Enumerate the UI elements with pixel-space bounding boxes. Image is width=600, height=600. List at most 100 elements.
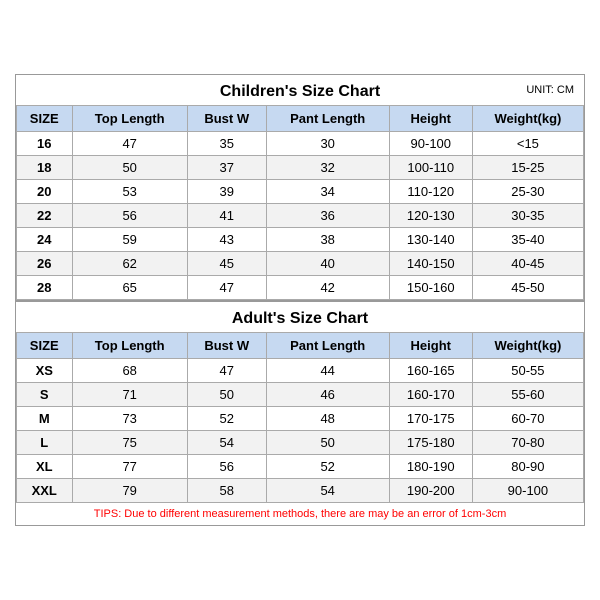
table-row: XS684744160-16550-55 — [17, 359, 584, 383]
table-cell: 50-55 — [472, 359, 583, 383]
children-title: Children's Size Chart — [220, 83, 380, 100]
table-row: 1647353090-100<15 — [17, 132, 584, 156]
adults-col-size: SIZE — [17, 333, 73, 359]
table-cell: 68 — [72, 359, 187, 383]
table-cell: 77 — [72, 455, 187, 479]
table-cell: 80-90 — [472, 455, 583, 479]
table-cell: 90-100 — [472, 479, 583, 503]
table-cell: 150-160 — [389, 276, 472, 300]
table-cell: 62 — [72, 252, 187, 276]
table-cell: 175-180 — [389, 431, 472, 455]
table-cell: XL — [17, 455, 73, 479]
children-col-bust-w: Bust W — [187, 106, 266, 132]
table-row: XL775652180-19080-90 — [17, 455, 584, 479]
adults-col-top-length: Top Length — [72, 333, 187, 359]
table-cell: 47 — [187, 276, 266, 300]
table-cell: 38 — [266, 228, 389, 252]
table-cell: 35 — [187, 132, 266, 156]
adults-section-header: Adult's Size Chart — [16, 300, 584, 332]
table-cell: 22 — [17, 204, 73, 228]
unit-label: UNIT: CM — [526, 84, 574, 96]
table-cell: 190-200 — [389, 479, 472, 503]
table-cell: 15-25 — [472, 156, 583, 180]
table-cell: 42 — [266, 276, 389, 300]
table-cell: 59 — [72, 228, 187, 252]
table-cell: M — [17, 407, 73, 431]
table-cell: 75 — [72, 431, 187, 455]
table-row: S715046160-17055-60 — [17, 383, 584, 407]
table-cell: 28 — [17, 276, 73, 300]
table-cell: 25-30 — [472, 180, 583, 204]
children-col-pant-length: Pant Length — [266, 106, 389, 132]
table-cell: 41 — [187, 204, 266, 228]
table-cell: S — [17, 383, 73, 407]
table-cell: 120-130 — [389, 204, 472, 228]
table-cell: <15 — [472, 132, 583, 156]
table-cell: 180-190 — [389, 455, 472, 479]
table-cell: 40 — [266, 252, 389, 276]
table-cell: 70-80 — [472, 431, 583, 455]
tips-text: TIPS: Due to different measurement metho… — [16, 503, 584, 525]
table-cell: 90-100 — [389, 132, 472, 156]
table-row: L755450175-18070-80 — [17, 431, 584, 455]
table-cell: 140-150 — [389, 252, 472, 276]
table-cell: 24 — [17, 228, 73, 252]
table-cell: 170-175 — [389, 407, 472, 431]
table-cell: 79 — [72, 479, 187, 503]
children-col-height: Height — [389, 106, 472, 132]
table-cell: 40-45 — [472, 252, 583, 276]
adults-title: Adult's Size Chart — [232, 310, 368, 327]
adults-col-weight: Weight(kg) — [472, 333, 583, 359]
table-cell: 71 — [72, 383, 187, 407]
table-cell: 47 — [187, 359, 266, 383]
adults-col-bust-w: Bust W — [187, 333, 266, 359]
table-cell: 56 — [187, 455, 266, 479]
table-cell: 100-110 — [389, 156, 472, 180]
children-section-header: Children's Size Chart UNIT: CM — [16, 75, 584, 105]
table-cell: 16 — [17, 132, 73, 156]
table-cell: 73 — [72, 407, 187, 431]
table-cell: L — [17, 431, 73, 455]
table-row: 22564136120-13030-35 — [17, 204, 584, 228]
table-row: 18503732100-11015-25 — [17, 156, 584, 180]
table-cell: 110-120 — [389, 180, 472, 204]
table-cell: 48 — [266, 407, 389, 431]
table-cell: 160-170 — [389, 383, 472, 407]
table-row: 28654742150-16045-50 — [17, 276, 584, 300]
table-cell: 50 — [266, 431, 389, 455]
table-cell: 20 — [17, 180, 73, 204]
adults-table: SIZE Top Length Bust W Pant Length Heigh… — [16, 332, 584, 503]
children-col-top-length: Top Length — [72, 106, 187, 132]
table-cell: 26 — [17, 252, 73, 276]
table-row: M735248170-17560-70 — [17, 407, 584, 431]
adults-col-pant-length: Pant Length — [266, 333, 389, 359]
table-cell: XS — [17, 359, 73, 383]
table-cell: 47 — [72, 132, 187, 156]
table-cell: 46 — [266, 383, 389, 407]
table-cell: 60-70 — [472, 407, 583, 431]
table-cell: 37 — [187, 156, 266, 180]
table-cell: 54 — [266, 479, 389, 503]
table-cell: 130-140 — [389, 228, 472, 252]
table-cell: 50 — [72, 156, 187, 180]
adults-header-row: SIZE Top Length Bust W Pant Length Heigh… — [17, 333, 584, 359]
table-cell: 34 — [266, 180, 389, 204]
table-row: 26624540140-15040-45 — [17, 252, 584, 276]
table-cell: 58 — [187, 479, 266, 503]
table-cell: 52 — [187, 407, 266, 431]
table-cell: 45 — [187, 252, 266, 276]
table-cell: 36 — [266, 204, 389, 228]
table-cell: 56 — [72, 204, 187, 228]
table-row: 20533934110-12025-30 — [17, 180, 584, 204]
table-cell: 45-50 — [472, 276, 583, 300]
table-cell: 30 — [266, 132, 389, 156]
table-cell: 43 — [187, 228, 266, 252]
table-cell: 160-165 — [389, 359, 472, 383]
table-cell: 53 — [72, 180, 187, 204]
table-cell: 39 — [187, 180, 266, 204]
table-cell: 30-35 — [472, 204, 583, 228]
table-cell: 54 — [187, 431, 266, 455]
children-header-row: SIZE Top Length Bust W Pant Length Heigh… — [17, 106, 584, 132]
children-table: SIZE Top Length Bust W Pant Length Heigh… — [16, 105, 584, 300]
size-chart: Children's Size Chart UNIT: CM SIZE Top … — [15, 74, 585, 526]
